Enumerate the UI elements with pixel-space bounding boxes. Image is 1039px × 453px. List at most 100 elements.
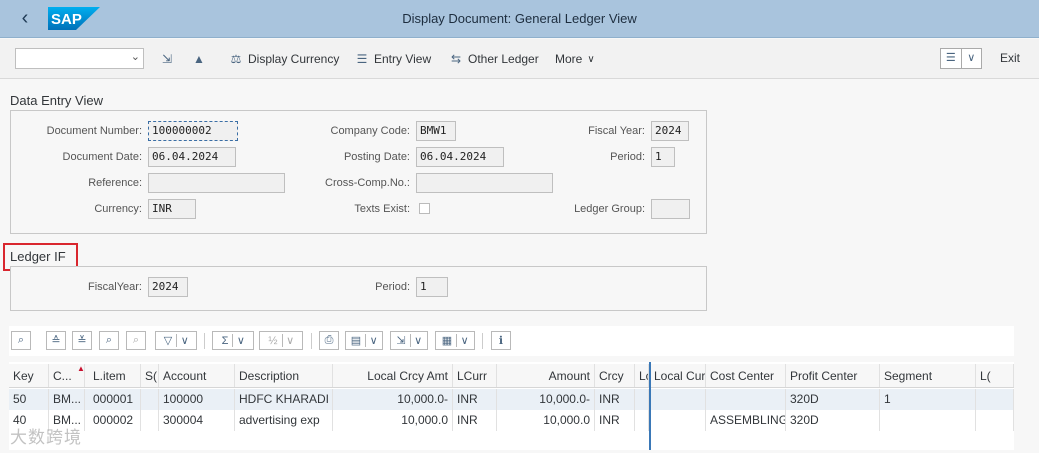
cross-comp-label: Cross-Comp.No.:	[325, 177, 410, 189]
print-button[interactable]: ⎙	[319, 331, 339, 350]
table-cell[interactable]: advertising exp	[235, 410, 333, 431]
table-cell[interactable]: HDFC KHARADI	[235, 389, 333, 410]
chevron-down-icon[interactable]: ⌄	[131, 50, 140, 63]
page-title: Display Document: General Ledger View	[402, 11, 637, 26]
table-cell[interactable]: 300004	[159, 410, 235, 431]
details-button[interactable]: ⌕	[11, 331, 31, 350]
currency-field[interactable]: INR	[148, 199, 196, 219]
table-cell[interactable]	[650, 389, 706, 410]
chevron-down-icon: ∨	[232, 334, 248, 347]
column-header[interactable]: S(	[141, 364, 159, 387]
table-cell[interactable]: 000001	[89, 389, 141, 410]
table-cell[interactable]: 10,000.0-	[497, 389, 595, 410]
find-next-button[interactable]: ⌕	[126, 331, 146, 350]
table-cell[interactable]: 320D	[786, 410, 880, 431]
period-field[interactable]: 1	[651, 147, 675, 167]
title-bar: ‹ SAP Display Document: General Ledger V…	[0, 0, 1039, 38]
table-cell[interactable]	[141, 410, 159, 431]
filter-button[interactable]: ▽ ∨	[155, 331, 197, 350]
column-header[interactable]: L.item	[89, 364, 141, 387]
column-header[interactable]: Local Curr	[650, 364, 706, 387]
column-header[interactable]: Description	[235, 364, 333, 387]
display-currency-button[interactable]: ⚖ Display Currency	[229, 50, 340, 68]
watermark: 大数跨境	[10, 428, 82, 448]
entry-view-button[interactable]: ☰ Entry View	[355, 50, 432, 68]
ledger-period-label: Period:	[375, 281, 410, 293]
document-overview-button[interactable]: ⇲	[160, 50, 174, 68]
table-cell[interactable]: ASSEMBLING	[706, 410, 786, 431]
subtotal-icon: ½	[268, 334, 278, 347]
table-cell[interactable]: 320D	[786, 389, 880, 410]
sort-ascending-icon: ≙	[51, 335, 61, 347]
table-cell[interactable]	[635, 389, 649, 410]
sort-descending-button[interactable]: ≚	[72, 331, 92, 350]
column-header[interactable]: Account	[159, 364, 235, 387]
column-header[interactable]: Amount	[497, 364, 595, 387]
subtotal-button[interactable]: ½ ∨	[259, 331, 303, 350]
document-number-field[interactable]: 100000002	[148, 121, 238, 141]
table-cell[interactable]: 10,000.0	[497, 410, 595, 431]
table-cell[interactable]	[976, 389, 1014, 410]
export-button[interactable]: ⇲ ∨	[390, 331, 428, 350]
table-cell[interactable]: 1	[880, 389, 976, 410]
ledger-group-field[interactable]	[651, 199, 690, 219]
table-cell[interactable]: 50	[9, 389, 49, 410]
line-items-table: Key C... L.item S(Account Description Local C…	[9, 362, 1014, 450]
table-cell[interactable]: INR	[595, 410, 635, 431]
fiscal-year-label: Fiscal Year:	[588, 125, 645, 137]
table-row[interactable]: 50 BM... 000001 100000 HDFC KHARADI 10,000.0-…	[9, 389, 1014, 410]
table-cell[interactable]	[141, 389, 159, 410]
hat-icon: ▲	[193, 52, 205, 66]
layout-icon: ☰	[945, 52, 956, 64]
texts-exist-checkbox[interactable]	[419, 203, 430, 214]
table-cell[interactable]: INR	[453, 410, 497, 431]
table-cell[interactable]: 10,000.0-	[333, 389, 453, 410]
column-header[interactable]: Crcy	[595, 364, 635, 387]
column-header[interactable]: Lc	[635, 364, 649, 387]
table-cell[interactable]: 10,000.0	[333, 410, 453, 431]
table-cell[interactable]	[976, 410, 1014, 431]
total-button[interactable]: Σ ∨	[212, 331, 254, 350]
column-header[interactable]: LCurr	[453, 364, 497, 387]
sort-ascending-button[interactable]: ≙	[46, 331, 66, 350]
table-cell[interactable]	[706, 389, 786, 410]
reference-field[interactable]	[148, 173, 285, 193]
more-menu[interactable]: More ∨	[555, 50, 595, 68]
search-next-icon: ⌕	[132, 334, 140, 346]
layout-menu-button[interactable]: ☰ ∨	[940, 48, 982, 69]
table-cell[interactable]	[650, 410, 706, 431]
table-cell[interactable]: 100000	[159, 389, 235, 410]
document-date-field[interactable]: 06.04.2024	[148, 147, 236, 167]
ledger-fiscal-year-field[interactable]: 2024	[148, 277, 188, 297]
hat-button[interactable]: ▲	[192, 50, 206, 68]
view-button[interactable]: ▤ ∨	[345, 331, 383, 350]
column-header[interactable]: Cost Center	[706, 364, 786, 387]
exit-button[interactable]: Exit	[1000, 51, 1020, 65]
layout-grid-icon: ▦	[441, 335, 453, 347]
ledger-period-field[interactable]: 1	[416, 277, 448, 297]
table-cell[interactable]: BM...	[49, 389, 85, 410]
column-header[interactable]: Key	[9, 364, 49, 387]
information-button[interactable]: ℹ	[491, 331, 511, 350]
texts-exist-label: Texts Exist:	[354, 203, 410, 215]
column-header[interactable]: Segment	[880, 364, 976, 387]
other-ledger-button[interactable]: ⇆ Other Ledger	[449, 50, 539, 68]
table-row[interactable]: 40 BM... 000002 300004 advertising exp 10,000…	[9, 410, 1014, 431]
column-header[interactable]: L(	[976, 364, 1014, 387]
fiscal-year-field[interactable]: 2024	[651, 121, 689, 141]
command-field[interactable]: ⌄	[15, 48, 144, 69]
layout-button[interactable]: ▦ ∨	[435, 331, 475, 350]
cross-comp-field[interactable]	[416, 173, 553, 193]
grid-toolbar: ⌕ ≙ ≚ ⌕ ⌕ ▽ ∨ Σ ∨ ½ ∨ ⎙ ▤ ∨ ⇲ ∨ ▦ ∨ ℹ	[9, 326, 1014, 356]
table-cell[interactable]: INR	[595, 389, 635, 410]
column-header[interactable]: Local Crcy Amt	[333, 364, 453, 387]
posting-date-field[interactable]: 06.04.2024	[416, 147, 504, 167]
table-cell[interactable]: INR	[453, 389, 497, 410]
chevron-down-icon: ∨	[409, 334, 426, 347]
table-cell[interactable]: 000002	[89, 410, 141, 431]
table-cell[interactable]	[635, 410, 649, 431]
table-cell[interactable]	[880, 410, 976, 431]
find-button[interactable]: ⌕	[99, 331, 119, 350]
company-code-field[interactable]: BMW1	[416, 121, 456, 141]
column-header[interactable]: Profit Center	[786, 364, 880, 387]
